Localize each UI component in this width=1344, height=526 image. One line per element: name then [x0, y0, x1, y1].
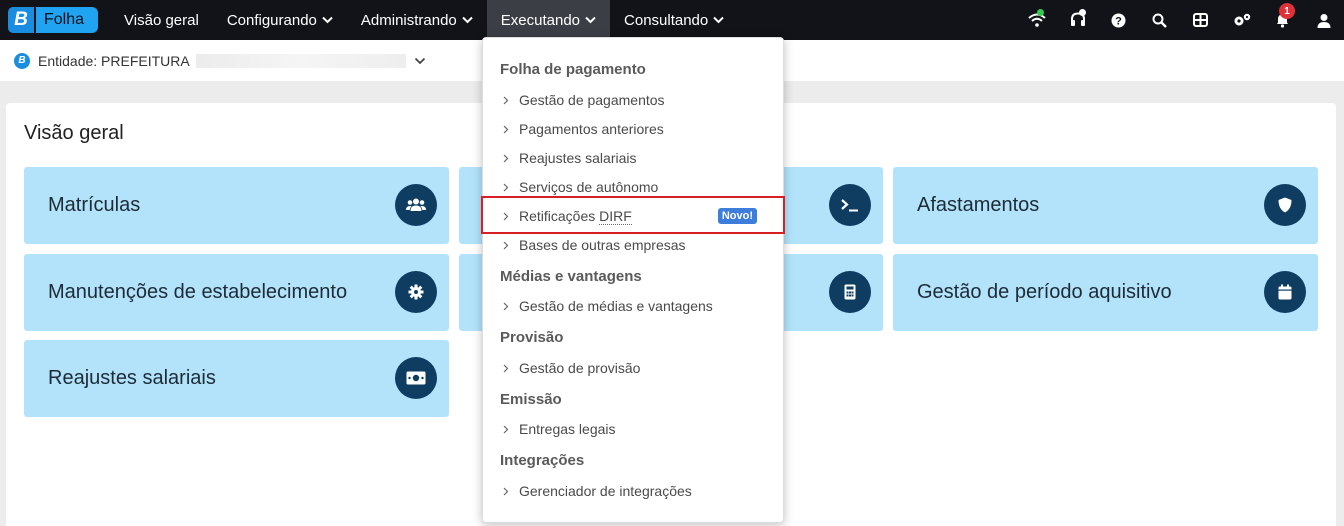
menu-item-retificacoes-dirf[interactable]: Retificações DIRF	[503, 208, 632, 225]
nav-executando[interactable]: Executando	[486, 0, 611, 40]
nav-label: Visão geral	[124, 11, 199, 29]
chevron-right-icon	[503, 125, 509, 133]
nav-administrando[interactable]: Administrando	[347, 0, 487, 40]
shield-icon	[1264, 184, 1306, 226]
tile-label: Manutenções de estabelecimento	[48, 281, 348, 303]
brand-letter: B	[8, 7, 34, 33]
nav-label: Executando	[500, 11, 581, 29]
menu-item-label: Gestão de provisão	[519, 360, 641, 376]
settings-button[interactable]	[1221, 0, 1262, 40]
nav-configurando[interactable]: Configurando	[213, 0, 347, 40]
menu-item-reajustes-salariais[interactable]: Reajustes salariais	[503, 150, 637, 166]
svg-text:?: ?	[1115, 15, 1122, 27]
chevron-right-icon	[503, 487, 509, 495]
help-icon: ?	[1111, 13, 1126, 27]
wifi-button[interactable]	[1016, 0, 1057, 40]
brand-logo[interactable]: B Folha	[8, 7, 99, 33]
menu-item-gestao-de-pagamentos[interactable]: Gestão de pagamentos	[503, 92, 665, 108]
executando-dropdown-menu: Folha de pagamento Gestão de pagamentos …	[481, 37, 785, 523]
entity-logo: B	[14, 52, 30, 69]
menu-item-label: Pagamentos anteriores	[519, 121, 664, 137]
entity-label: Entidade: PREFEITURA	[38, 52, 190, 69]
user-button[interactable]	[1303, 0, 1344, 40]
menu-item-label: Reajustes salariais	[519, 150, 637, 166]
menu-item-bases-de-outras-empresas[interactable]: Bases de outras empresas	[503, 237, 686, 253]
main-nav: Visão geral Configurando Administrando E…	[110, 0, 738, 40]
calculator-icon	[829, 271, 871, 313]
nav-label: Consultando	[624, 11, 709, 29]
nav-label: Administrando	[360, 11, 457, 29]
dirf-abbreviation: DIRF	[599, 208, 632, 225]
chevron-right-icon	[503, 302, 509, 310]
chevron-right-icon	[503, 364, 509, 372]
gear-icon	[395, 271, 437, 313]
nav-label: Configurando	[226, 11, 317, 29]
menu-item-servicos-de-autonomo[interactable]: Serviços de autônomo	[503, 179, 658, 195]
calendar-icon	[1264, 271, 1306, 313]
section-provisao: Provisão	[500, 329, 564, 346]
menu-item-label: Gerenciador de integrações	[519, 483, 692, 499]
chevron-right-icon	[503, 154, 509, 162]
user-icon	[1317, 13, 1330, 28]
tile-periodo-aquisitivo[interactable]: Gestão de período aquisitivo	[893, 254, 1318, 331]
menu-item-gestao-de-provisao[interactable]: Gestão de provisão	[503, 360, 640, 376]
menu-item-label-prefix: Retificações	[519, 208, 600, 224]
new-badge: Novo!	[717, 208, 757, 224]
notifications-button[interactable]: 1	[1262, 0, 1303, 40]
settings-icon	[1234, 13, 1250, 26]
top-navbar: B Folha Visão geral Configurando Adminis…	[0, 0, 1344, 40]
chevron-right-icon	[503, 96, 509, 104]
menu-item-label: Bases de outras empresas	[519, 237, 686, 253]
section-integracoes: Integrações	[500, 452, 585, 469]
tile-reajustes[interactable]: Reajustes salariais	[24, 340, 449, 417]
menu-item-label: Gestão de pagamentos	[519, 92, 665, 108]
chevron-right-icon	[503, 425, 509, 433]
status-dot	[1037, 9, 1044, 16]
money-icon	[395, 357, 437, 399]
menu-item-pagamentos-anteriores[interactable]: Pagamentos anteriores	[503, 121, 664, 137]
chevron-right-icon	[503, 183, 509, 191]
chevron-down-icon	[585, 16, 596, 24]
tile-manutencoes[interactable]: Manutenções de estabelecimento	[24, 254, 449, 331]
nav-visao-geral[interactable]: Visão geral	[110, 0, 213, 40]
notification-badge: 1	[1279, 3, 1295, 19]
page-title: Visão geral	[24, 122, 124, 144]
tile-afastamentos[interactable]: Afastamentos	[893, 167, 1318, 244]
menu-item-label: Gestão de médias e vantagens	[519, 298, 713, 314]
section-emissao: Emissão	[500, 391, 562, 408]
search-icon	[1152, 13, 1167, 28]
entity-name-redacted	[195, 53, 406, 68]
help-button[interactable]: ?	[1098, 0, 1139, 40]
tile-label: Matrículas	[48, 194, 141, 216]
search-button[interactable]	[1139, 0, 1180, 40]
menu-item-gestao-de-medias-e-vantagens[interactable]: Gestão de médias e vantagens	[503, 298, 713, 314]
chevron-right-icon	[503, 241, 509, 249]
terminal-icon	[829, 184, 871, 226]
chevron-down-icon[interactable]	[414, 57, 426, 65]
section-medias-e-vantagens: Médias e vantagens	[500, 268, 642, 285]
tile-label: Reajustes salariais	[48, 367, 216, 389]
nav-consultando[interactable]: Consultando	[610, 0, 738, 40]
brand-name: Folha	[36, 7, 99, 33]
apps-grid-icon	[1193, 13, 1208, 27]
tile-matriculas[interactable]: Matrículas	[24, 167, 449, 244]
chevron-down-icon	[322, 16, 333, 24]
menu-item-entregas-legais[interactable]: Entregas legais	[503, 421, 616, 437]
header-icons: ? 1	[1016, 0, 1344, 40]
apps-button[interactable]	[1180, 0, 1221, 40]
menu-item-label: Entregas legais	[519, 421, 616, 437]
chevron-right-icon	[503, 212, 509, 220]
menu-item-label: Serviços de autônomo	[519, 179, 659, 195]
menu-item-label: Retificações DIRF	[519, 208, 632, 225]
menu-item-gerenciador-de-integracoes[interactable]: Gerenciador de integrações	[503, 483, 692, 499]
support-button[interactable]	[1057, 0, 1098, 40]
support-dot	[1079, 9, 1086, 16]
tile-label: Gestão de período aquisitivo	[917, 281, 1172, 303]
section-folha-de-pagamento: Folha de pagamento	[500, 61, 646, 78]
chevron-down-icon	[713, 16, 724, 24]
chevron-down-icon	[462, 16, 473, 24]
users-icon	[395, 184, 437, 226]
tile-label: Afastamentos	[917, 194, 1040, 216]
